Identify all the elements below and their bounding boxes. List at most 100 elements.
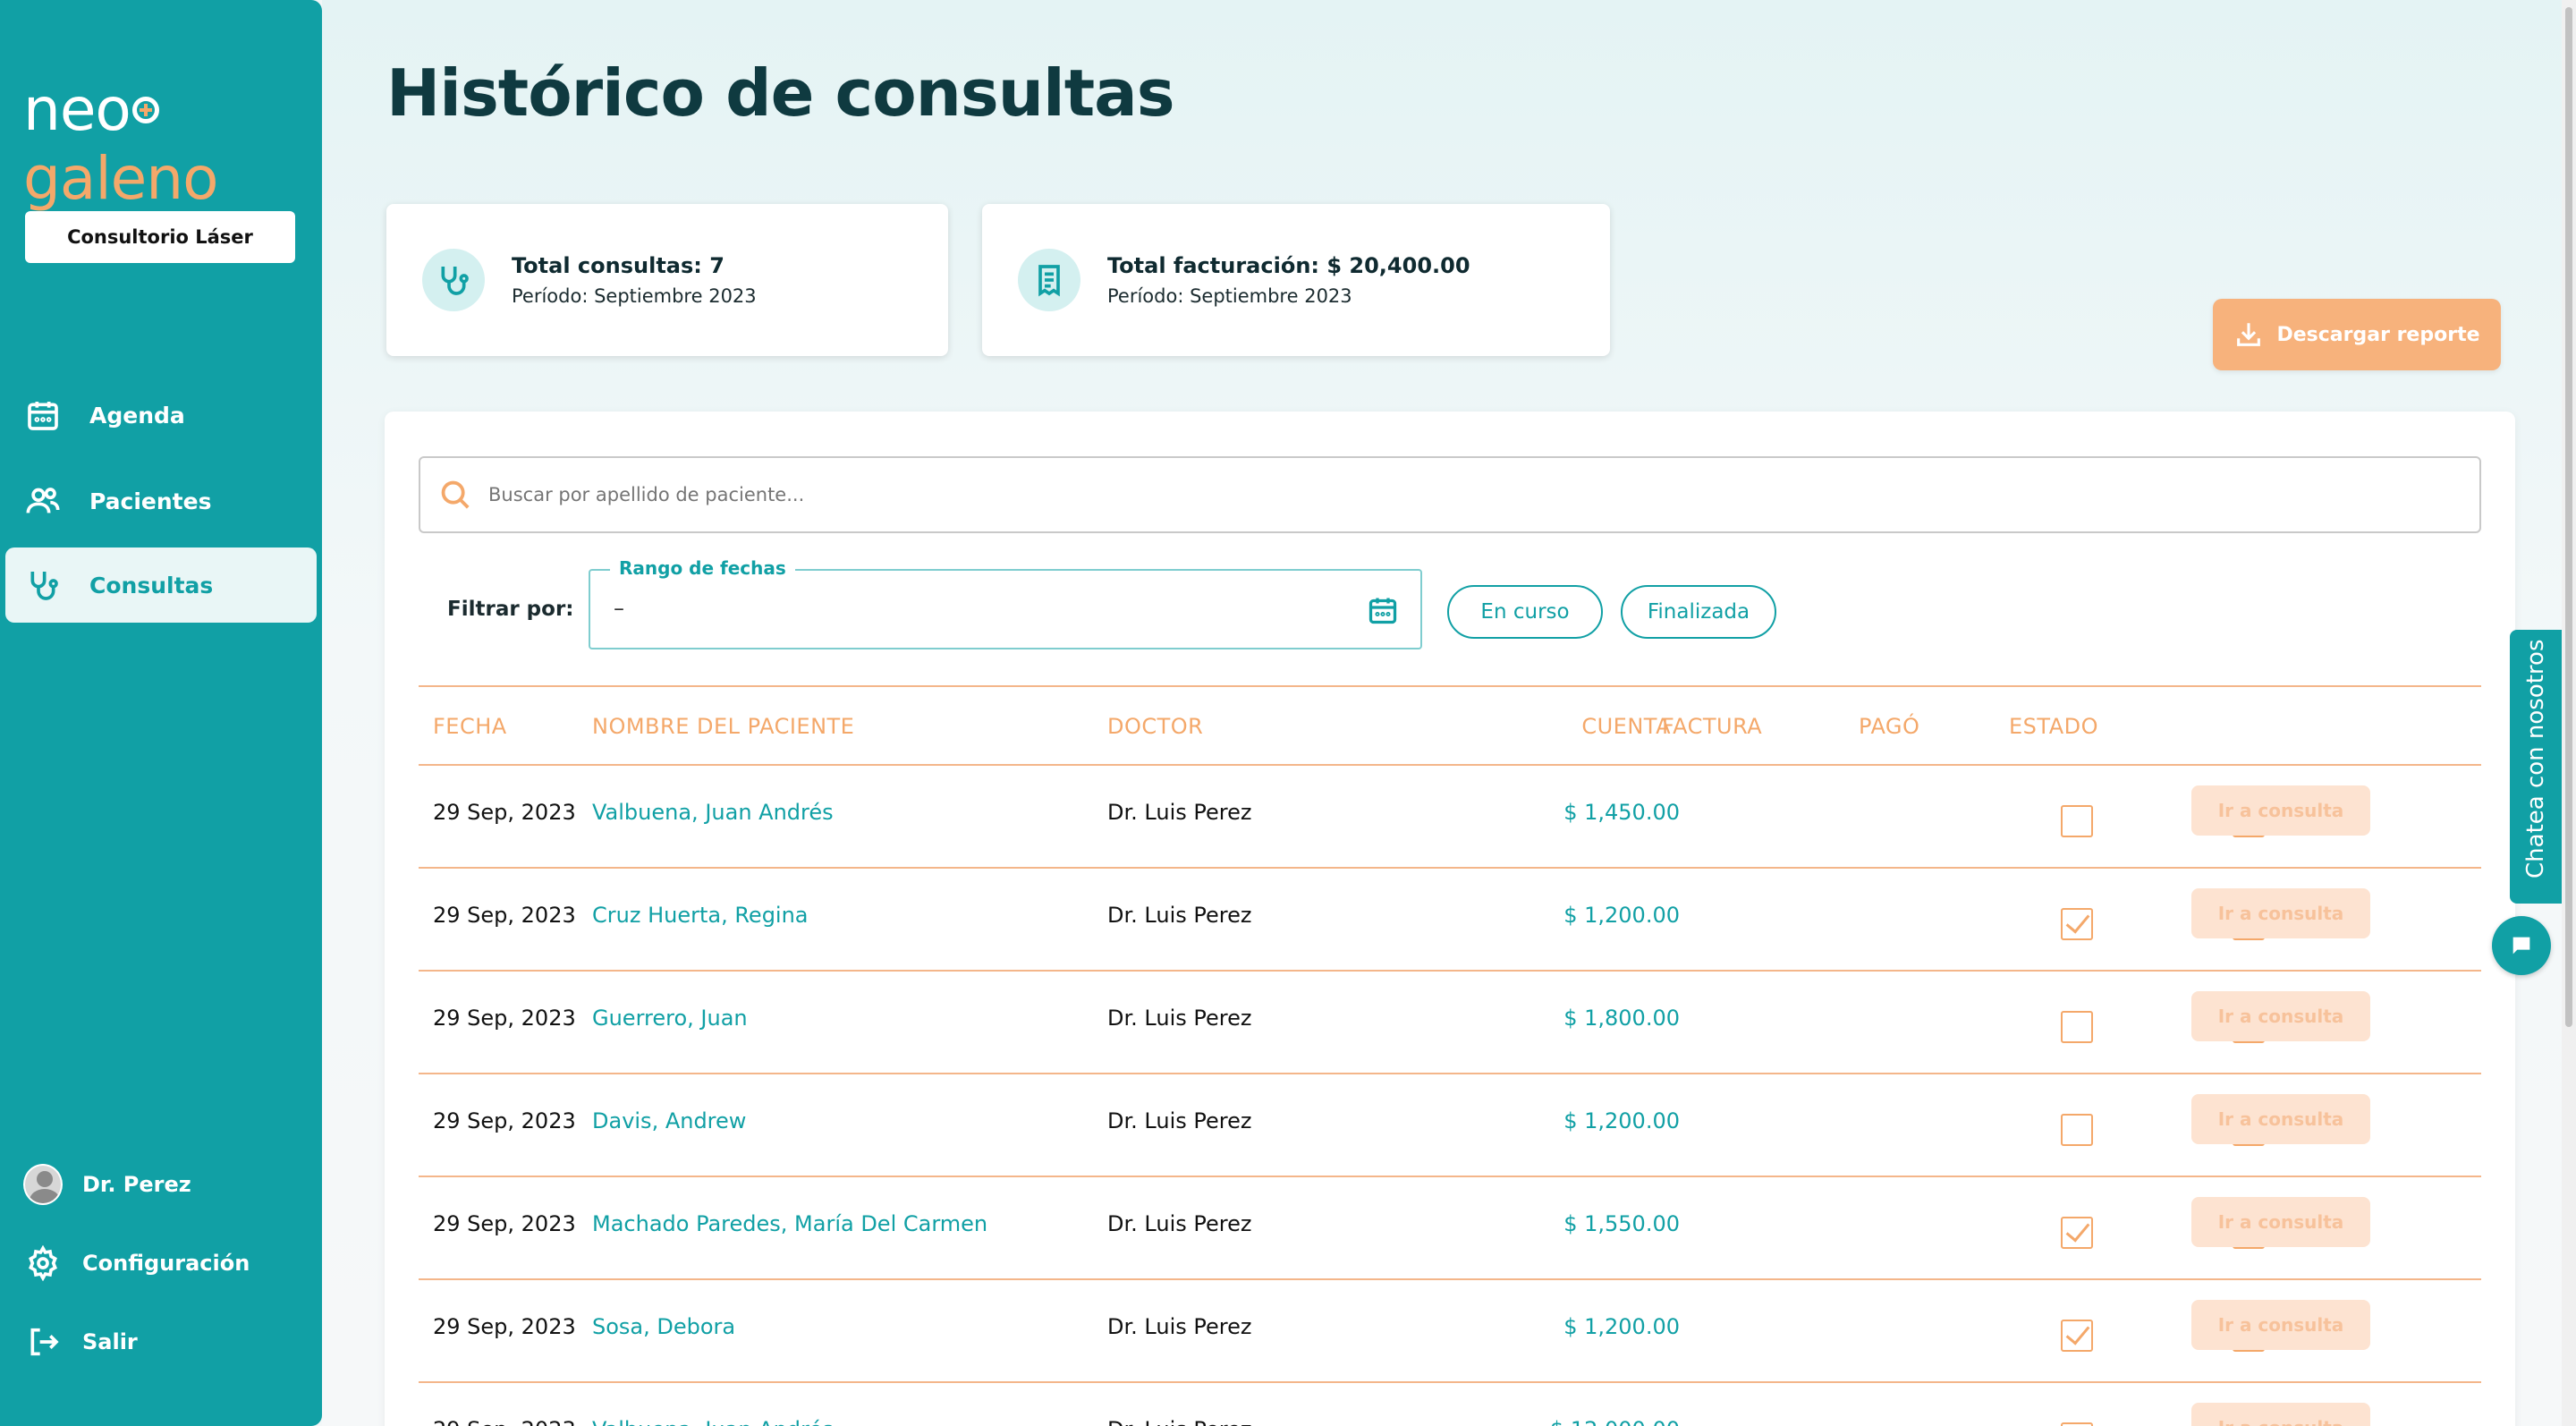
- table-row: 29 Sep, 2023 Davis, Andrew Dr. Luis Pere…: [419, 1074, 2481, 1177]
- page-title: Histórico de consultas: [386, 55, 1175, 131]
- stat-card-facturacion: Total facturación: $ 20,400.00 Período: …: [982, 204, 1610, 356]
- brand-logo[interactable]: neogaleno: [23, 75, 322, 213]
- row-fecha: 29 Sep, 2023: [433, 1211, 576, 1236]
- page-scrollbar[interactable]: [2562, 0, 2576, 1426]
- table-row: 29 Sep, 2023 Machado Paredes, María Del …: [419, 1177, 2481, 1280]
- settings-label: Configuración: [82, 1251, 250, 1276]
- header-fecha[interactable]: FECHA: [433, 714, 507, 739]
- main-content: Histórico de consultas Total consultas: …: [322, 0, 2576, 1426]
- user-profile[interactable]: Dr. Perez: [5, 1147, 317, 1222]
- stat-consultas-title: Total consultas: 7: [512, 253, 724, 278]
- sidebar-item-consultas[interactable]: Consultas: [5, 547, 317, 623]
- row-cuenta: $ 1,550.00: [1563, 1211, 1680, 1236]
- filter-chip-en-curso[interactable]: En curso: [1447, 585, 1603, 639]
- chat-bubble-icon[interactable]: [2492, 916, 2551, 975]
- search-box[interactable]: [419, 456, 2481, 533]
- search-icon: [441, 480, 470, 509]
- sidebar-item-configuracion[interactable]: Configuración: [5, 1226, 317, 1301]
- go-to-consulta-button[interactable]: Ir a consulta: [2191, 888, 2370, 938]
- filter-chip-finalizada[interactable]: Finalizada: [1621, 585, 1776, 639]
- download-icon: [2237, 323, 2261, 346]
- download-report-label: Descargar reporte: [2276, 323, 2480, 346]
- users-icon: [23, 481, 63, 521]
- row-cuenta: $ 1,200.00: [1563, 1108, 1680, 1133]
- row-doctor: Dr. Luis Perez: [1107, 903, 1252, 928]
- row-doctor: Dr. Luis Perez: [1107, 1006, 1252, 1031]
- medical-cross-icon: [131, 96, 159, 123]
- calendar-icon[interactable]: [1367, 594, 1399, 626]
- sidebar-item-salir[interactable]: Salir: [5, 1304, 317, 1379]
- brand-part2: galeno: [23, 144, 218, 213]
- factura-checkbox[interactable]: [2061, 908, 2093, 940]
- search-input[interactable]: [488, 484, 2188, 505]
- row-paciente-link[interactable]: Guerrero, Juan: [592, 1006, 748, 1031]
- sidebar-item-label: Agenda: [89, 402, 185, 429]
- header-paciente[interactable]: NOMBRE DEL PACIENTE: [592, 714, 854, 739]
- go-to-consulta-button[interactable]: Ir a consulta: [2191, 1094, 2370, 1144]
- row-paciente-link[interactable]: Cruz Huerta, Regina: [592, 903, 809, 928]
- table-body: 29 Sep, 2023 Valbuena, Juan Andrés Dr. L…: [419, 766, 2481, 1426]
- factura-checkbox[interactable]: [2061, 1011, 2093, 1043]
- table-row: 29 Sep, 2023 Sosa, Debora Dr. Luis Perez…: [419, 1280, 2481, 1383]
- sidebar-item-label: Consultas: [89, 572, 214, 598]
- header-doctor[interactable]: DOCTOR: [1107, 714, 1203, 739]
- logout-label: Salir: [82, 1329, 138, 1354]
- stat-facturacion-title: Total facturación: $ 20,400.00: [1107, 253, 1470, 278]
- user-name: Dr. Perez: [82, 1172, 191, 1197]
- row-paciente-link[interactable]: Machado Paredes, María Del Carmen: [592, 1211, 987, 1236]
- date-range-field[interactable]: Rango de fechas –: [589, 557, 1422, 649]
- row-fecha: 29 Sep, 2023: [433, 1108, 576, 1133]
- chat-label: Chatea con nosotros: [2522, 639, 2549, 879]
- date-range-value: –: [614, 596, 624, 621]
- row-fecha: 29 Sep, 2023: [433, 1006, 576, 1031]
- avatar: [23, 1164, 63, 1205]
- header-cuenta[interactable]: CUENTA: [1492, 714, 1671, 739]
- download-report-button[interactable]: Descargar reporte: [2213, 299, 2501, 370]
- row-cuenta: $ 12,000.00: [1483, 1417, 1680, 1426]
- factura-checkbox[interactable]: [2061, 1217, 2093, 1249]
- stethoscope-icon: [422, 249, 485, 311]
- row-paciente-link[interactable]: Davis, Andrew: [592, 1108, 746, 1133]
- factura-checkbox[interactable]: [2061, 1114, 2093, 1146]
- row-paciente-link[interactable]: Valbuena, Juan Andrés: [592, 1417, 834, 1426]
- go-to-consulta-button[interactable]: Ir a consulta: [2191, 785, 2370, 836]
- row-paciente-link[interactable]: Sosa, Debora: [592, 1314, 735, 1339]
- factura-checkbox[interactable]: [2061, 1422, 2093, 1426]
- receipt-icon: [1018, 249, 1080, 311]
- factura-checkbox[interactable]: [2061, 1320, 2093, 1352]
- factura-checkbox[interactable]: [2061, 805, 2093, 837]
- stethoscope-icon: [23, 565, 63, 605]
- sidebar-item-agenda[interactable]: Agenda: [5, 378, 317, 453]
- clinic-selector-button[interactable]: Consultorio Láser: [25, 211, 295, 263]
- go-to-consulta-button[interactable]: Ir a consulta: [2191, 1300, 2370, 1350]
- row-fecha: 29 Sep, 2023: [433, 1314, 576, 1339]
- row-doctor: Dr. Luis Perez: [1107, 800, 1252, 825]
- table-row: 29 Sep, 2023 Valbuena, Juan Andrés Dr. L…: [419, 766, 2481, 869]
- filter-label: Filtrar por:: [447, 598, 574, 621]
- brand-part1: neo: [23, 75, 131, 144]
- row-fecha: 29 Sep, 2023: [433, 800, 576, 825]
- consultas-panel: Filtrar por: Rango de fechas – En curso …: [385, 412, 2515, 1426]
- row-doctor: Dr. Luis Perez: [1107, 1314, 1252, 1339]
- table-row: 29 Sep, 2023 Guerrero, Juan Dr. Luis Per…: [419, 972, 2481, 1074]
- table-row: 29 Sep, 2023 Valbuena, Juan Andrés Dr. L…: [419, 1383, 2481, 1426]
- chat-tab[interactable]: Chatea con nosotros: [2510, 630, 2562, 904]
- row-doctor: Dr. Luis Perez: [1107, 1108, 1252, 1133]
- go-to-consulta-button[interactable]: Ir a consulta: [2191, 991, 2370, 1041]
- row-fecha: 29 Sep, 2023: [433, 903, 576, 928]
- go-to-consulta-button[interactable]: Ir a consulta: [2191, 1403, 2370, 1426]
- row-paciente-link[interactable]: Valbuena, Juan Andrés: [592, 800, 834, 825]
- go-to-consulta-button[interactable]: Ir a consulta: [2191, 1197, 2370, 1247]
- header-estado[interactable]: ESTADO: [2009, 714, 2098, 739]
- sidebar-item-pacientes[interactable]: Pacientes: [5, 463, 317, 539]
- logout-icon: [23, 1322, 63, 1362]
- sidebar-item-label: Pacientes: [89, 488, 212, 514]
- header-pago[interactable]: PAGÓ: [1859, 714, 1919, 739]
- row-cuenta: $ 1,450.00: [1563, 800, 1680, 825]
- header-factura[interactable]: FACTURA: [1662, 714, 1762, 739]
- scrollbar-thumb[interactable]: [2565, 7, 2572, 1027]
- sidebar: neogaleno Consultorio Láser Agenda Pacie…: [0, 0, 322, 1426]
- date-range-label: Rango de fechas: [610, 557, 795, 579]
- row-fecha: 29 Sep, 2023: [433, 1417, 576, 1426]
- row-doctor: Dr. Luis Perez: [1107, 1417, 1251, 1426]
